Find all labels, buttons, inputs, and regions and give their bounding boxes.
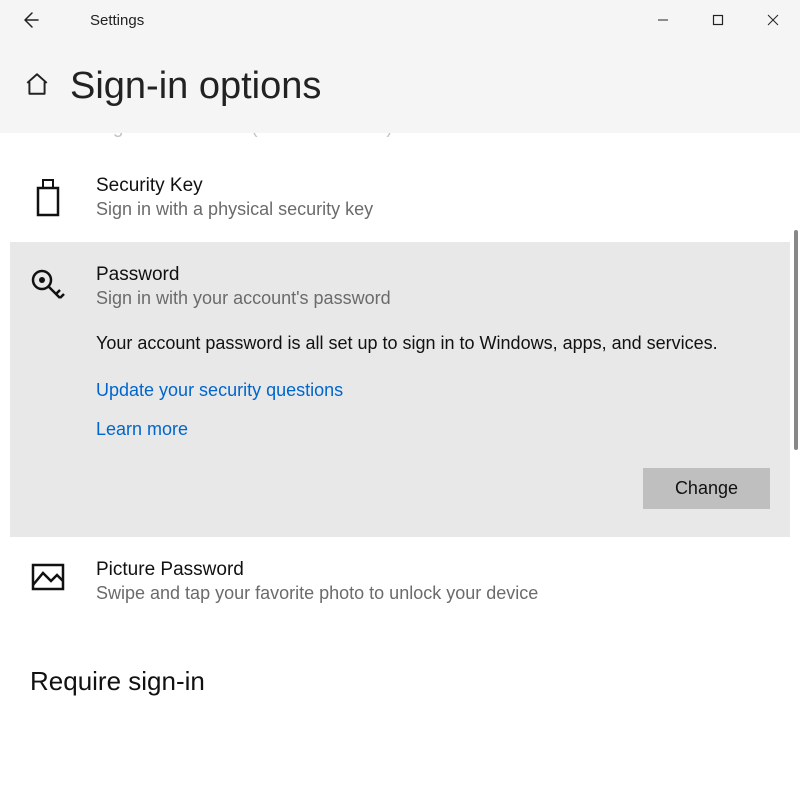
option-security-key[interactable]: Security Key Sign in with a physical sec… (0, 153, 800, 242)
option-picture-password[interactable]: Picture Password Swipe and tap your favo… (0, 537, 800, 626)
picture-icon (30, 559, 66, 604)
content-area: Sign in with a PIN (Recommended) Securit… (0, 133, 800, 785)
option-password[interactable]: Password Sign in with your account's pas… (10, 242, 790, 537)
window-title: Settings (90, 12, 144, 29)
change-button[interactable]: Change (643, 468, 770, 509)
maximize-icon (712, 14, 724, 26)
back-button[interactable] (10, 0, 50, 40)
option-subtitle: Swipe and tap your favorite photo to unl… (96, 583, 780, 604)
maximize-button[interactable] (690, 0, 745, 40)
update-security-questions-link[interactable]: Update your security questions (96, 380, 343, 401)
pin-icon (30, 133, 66, 139)
option-pin-cutoff[interactable]: Sign in with a PIN (Recommended) (0, 133, 800, 153)
option-title: Security Key (96, 175, 780, 197)
option-subtitle: Sign in with a physical security key (96, 199, 780, 220)
option-title: Password (96, 264, 770, 286)
learn-more-link[interactable]: Learn more (96, 419, 188, 440)
option-subtitle: Sign in with your account's password (96, 288, 770, 309)
usb-key-icon (30, 175, 66, 220)
close-button[interactable] (745, 0, 800, 40)
scrollbar[interactable] (794, 230, 798, 450)
key-icon (30, 264, 66, 509)
titlebar: Settings (0, 0, 800, 40)
page-title: Sign-in options (70, 65, 321, 108)
page-header: Sign-in options (0, 40, 800, 133)
password-status-text: Your account password is all set up to s… (96, 331, 770, 356)
option-title: Picture Password (96, 559, 780, 581)
window-controls (635, 0, 800, 40)
require-signin-heading: Require sign-in (0, 626, 800, 707)
close-icon (767, 14, 779, 26)
minimize-icon (657, 14, 669, 26)
minimize-button[interactable] (635, 0, 690, 40)
arrow-left-icon (20, 10, 40, 30)
home-icon[interactable] (24, 71, 50, 102)
